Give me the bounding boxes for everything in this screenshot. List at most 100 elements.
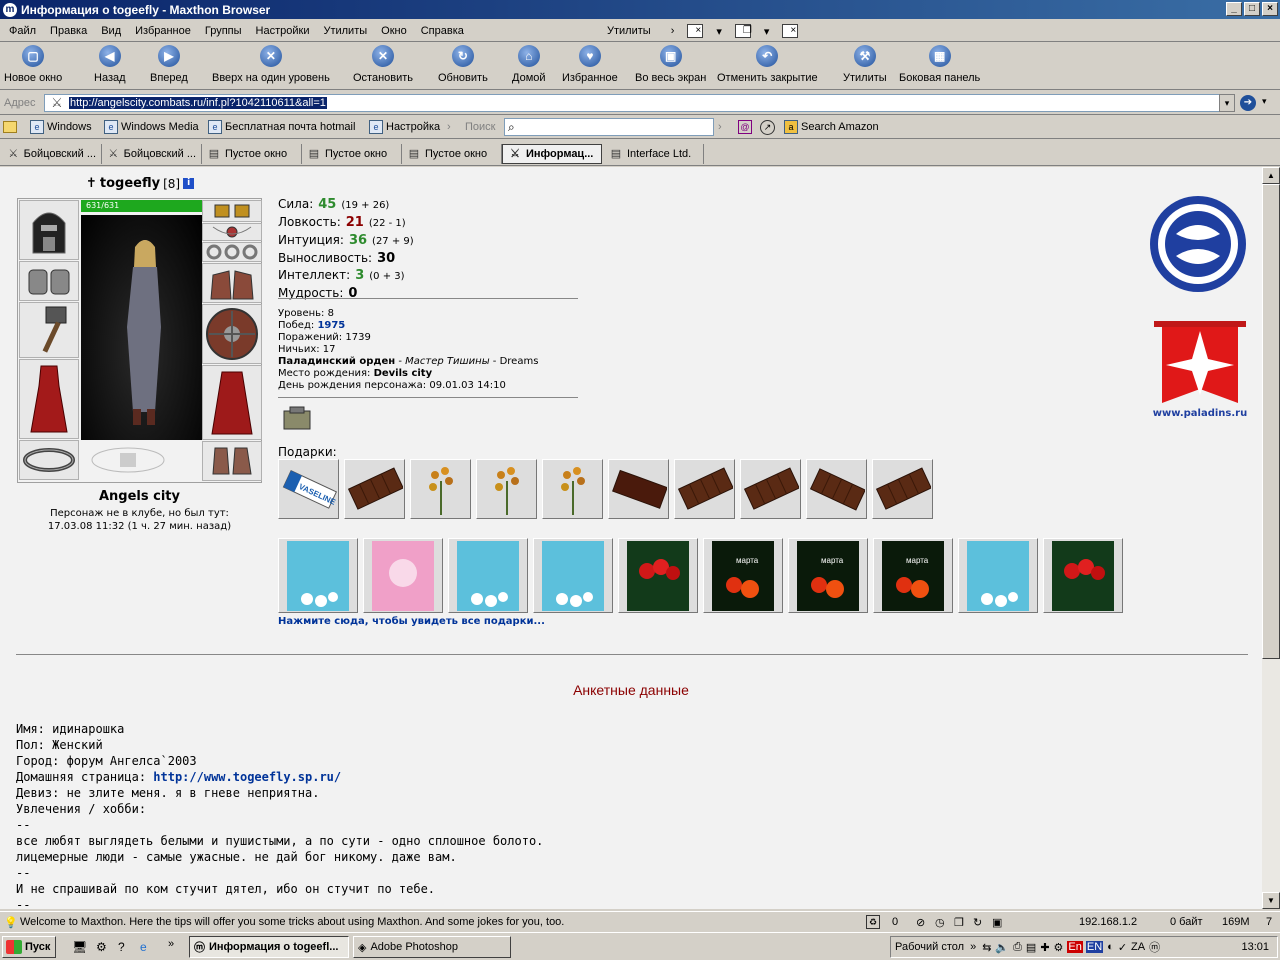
menu-edit[interactable]: Правка (43, 25, 94, 37)
restore-tab-icon[interactable]: ❐ (734, 24, 752, 38)
tab-empty-2[interactable]: ▤ Пустое окно (302, 144, 402, 164)
stop-button[interactable]: ✕ Остановить (353, 45, 413, 84)
ie-quicklaunch-icon[interactable]: e (140, 940, 147, 954)
window-icon[interactable]: ❐ (954, 916, 964, 929)
network-icon[interactable]: ⇆ (982, 941, 991, 954)
tray-app-icon[interactable]: ✚ (1040, 941, 1049, 954)
gift-chocolate[interactable] (674, 459, 735, 519)
app-quicklaunch-icon[interactable]: ⚙ (96, 940, 107, 954)
belt-slot[interactable] (19, 440, 79, 480)
more-icon[interactable]: » (168, 938, 174, 950)
menu-favorites[interactable]: Избранное (128, 25, 198, 37)
tab-interface-ltd[interactable]: ▤ Interface Ltd. (604, 144, 704, 164)
paladins-logo[interactable]: www.paladins.ru (1152, 319, 1248, 419)
forward-button[interactable]: ▶ Вперед (150, 45, 188, 84)
address-url[interactable]: http://angelscity.combats.ru/inf.pl?1042… (69, 97, 327, 109)
weapon-slot[interactable] (19, 302, 79, 358)
gift-vaseline[interactable]: VASELINE (278, 459, 339, 519)
scroll-down-button[interactable]: ▼ (1262, 892, 1280, 909)
helmet-slot[interactable] (19, 200, 79, 260)
gift-card-blue[interactable] (278, 538, 358, 613)
maximize-button[interactable]: □ (1244, 2, 1260, 16)
sidebar-button[interactable]: ▦ Боковая панель (899, 45, 980, 84)
address-input[interactable]: ⚔ http://angelscity.combats.ru/inf.pl?10… (44, 94, 1234, 112)
close-button[interactable]: × (1262, 2, 1278, 16)
address-dropdown-button[interactable]: ▾ (1219, 94, 1235, 112)
save-icon[interactable]: ▣ (992, 916, 1002, 929)
link-search-amazon[interactable]: a Search Amazon (784, 120, 879, 134)
more-icon[interactable]: » (970, 941, 976, 953)
gift-flowers[interactable] (476, 459, 537, 519)
popup-block-icon[interactable]: ⊘ (916, 916, 925, 929)
up-level-button[interactable]: ✕ Вверх на один уровень (212, 45, 330, 84)
boots-slot[interactable] (202, 441, 262, 481)
gift-card-blue[interactable] (958, 538, 1038, 613)
volume-icon[interactable]: 🔈 (995, 941, 1009, 954)
tab-combats-2[interactable]: ⚔ Бойцовский ... (102, 144, 202, 164)
undo-close-button[interactable]: ↶ Отменить закрытие (717, 45, 818, 84)
gift-chocolate[interactable] (344, 459, 405, 519)
scroll-thumb[interactable] (1262, 184, 1280, 659)
gift-flowers[interactable] (410, 459, 471, 519)
dropdown-arrow-icon[interactable]: ▾ (757, 25, 777, 38)
link-windows[interactable]: e Windows (30, 120, 92, 134)
gift-card-tulips-march[interactable]: марта (788, 538, 868, 613)
utilities-button[interactable]: ⚒ Утилиты (843, 45, 887, 84)
close-all-icon[interactable]: × (782, 24, 799, 38)
close-tab-icon[interactable]: × (687, 24, 704, 38)
add-favorite-icon[interactable] (3, 121, 17, 133)
link-windows-media[interactable]: e Windows Media (104, 120, 199, 134)
compass-icon[interactable]: ↗ (760, 120, 775, 135)
scroll-up-button[interactable]: ▲ (1262, 167, 1280, 184)
homepage-link[interactable]: http://www.togeefly.sp.ru/ (153, 770, 341, 784)
zonealarm-icon[interactable]: ZA (1131, 941, 1145, 953)
gift-card-tulips-march[interactable]: марта (703, 538, 783, 613)
minimize-button[interactable]: _ (1226, 2, 1242, 16)
paladins-url[interactable]: www.paladins.ru (1152, 408, 1248, 419)
refresh-status-icon[interactable]: ↻ (973, 916, 982, 929)
back-button[interactable]: ◀ Назад (94, 45, 126, 84)
menu-window[interactable]: Окно (374, 25, 414, 37)
menu-view[interactable]: Вид (94, 25, 128, 37)
tab-empty-1[interactable]: ▤ Пустое окно (202, 144, 302, 164)
vertical-scrollbar[interactable]: ▲ ▼ (1262, 167, 1280, 909)
dropdown-arrow-icon[interactable]: ▾ (709, 25, 729, 38)
recycle-icon[interactable]: ♻ (866, 915, 880, 929)
gift-chocolate[interactable] (806, 459, 867, 519)
link-settings[interactable]: e Настройка (369, 120, 440, 134)
tab-empty-3[interactable]: ▤ Пустое окно (402, 144, 502, 164)
desktop-toolbar-label[interactable]: Рабочий стол (895, 941, 964, 953)
clan-emblem-fish-icon[interactable] (1148, 194, 1248, 294)
help-quicklaunch-icon[interactable]: ? (118, 940, 125, 954)
maxthon-tray-icon[interactable]: ⓜ (1149, 939, 1160, 955)
tab-combats-1[interactable]: ⚔ Бойцовский ... (2, 144, 102, 164)
gift-chocolate[interactable] (872, 459, 933, 519)
bracers-slot[interactable] (19, 261, 79, 301)
desktop-quicklaunch-icon[interactable]: 🖥 (72, 940, 87, 954)
go-button[interactable]: ➔ (1240, 95, 1256, 111)
rings-slot[interactable] (202, 242, 262, 262)
language-indicator[interactable]: En (1067, 941, 1083, 953)
proxy-icon[interactable]: ◷ (935, 916, 945, 929)
tab-info-active[interactable]: ⚔ Информац... (502, 144, 602, 164)
utilities-dropdown-label[interactable]: Утилиты (600, 25, 658, 37)
shield-slot[interactable] (202, 304, 262, 364)
info-icon[interactable]: i (183, 178, 195, 189)
gift-card-pink[interactable] (363, 538, 443, 613)
tray-app-icon[interactable]: ✓ (1118, 941, 1127, 954)
printer-icon[interactable]: ⎙ (1013, 941, 1022, 954)
menu-help[interactable]: Справка (414, 25, 471, 37)
armor-slot[interactable] (19, 359, 79, 439)
taskbar-item-browser[interactable]: ⓜ Информация о togeefl... (189, 936, 349, 958)
new-window-button[interactable]: ▢ Новое окно (4, 45, 62, 84)
menu-settings[interactable]: Настройки (249, 25, 317, 37)
start-button[interactable]: Пуск (2, 936, 56, 958)
search-engine-icon[interactable]: @ (738, 120, 752, 134)
link-hotmail[interactable]: e Бесплатная почта hotmail (208, 120, 355, 134)
home-button[interactable]: ⌂ Домой (512, 45, 546, 84)
tray-app-icon[interactable]: ▤ (1026, 941, 1036, 954)
tray-app-icon[interactable]: ⚙ (1054, 941, 1064, 954)
menu-groups[interactable]: Группы (198, 25, 249, 37)
character-name[interactable]: togeefly (100, 176, 160, 191)
gift-flowers[interactable] (542, 459, 603, 519)
